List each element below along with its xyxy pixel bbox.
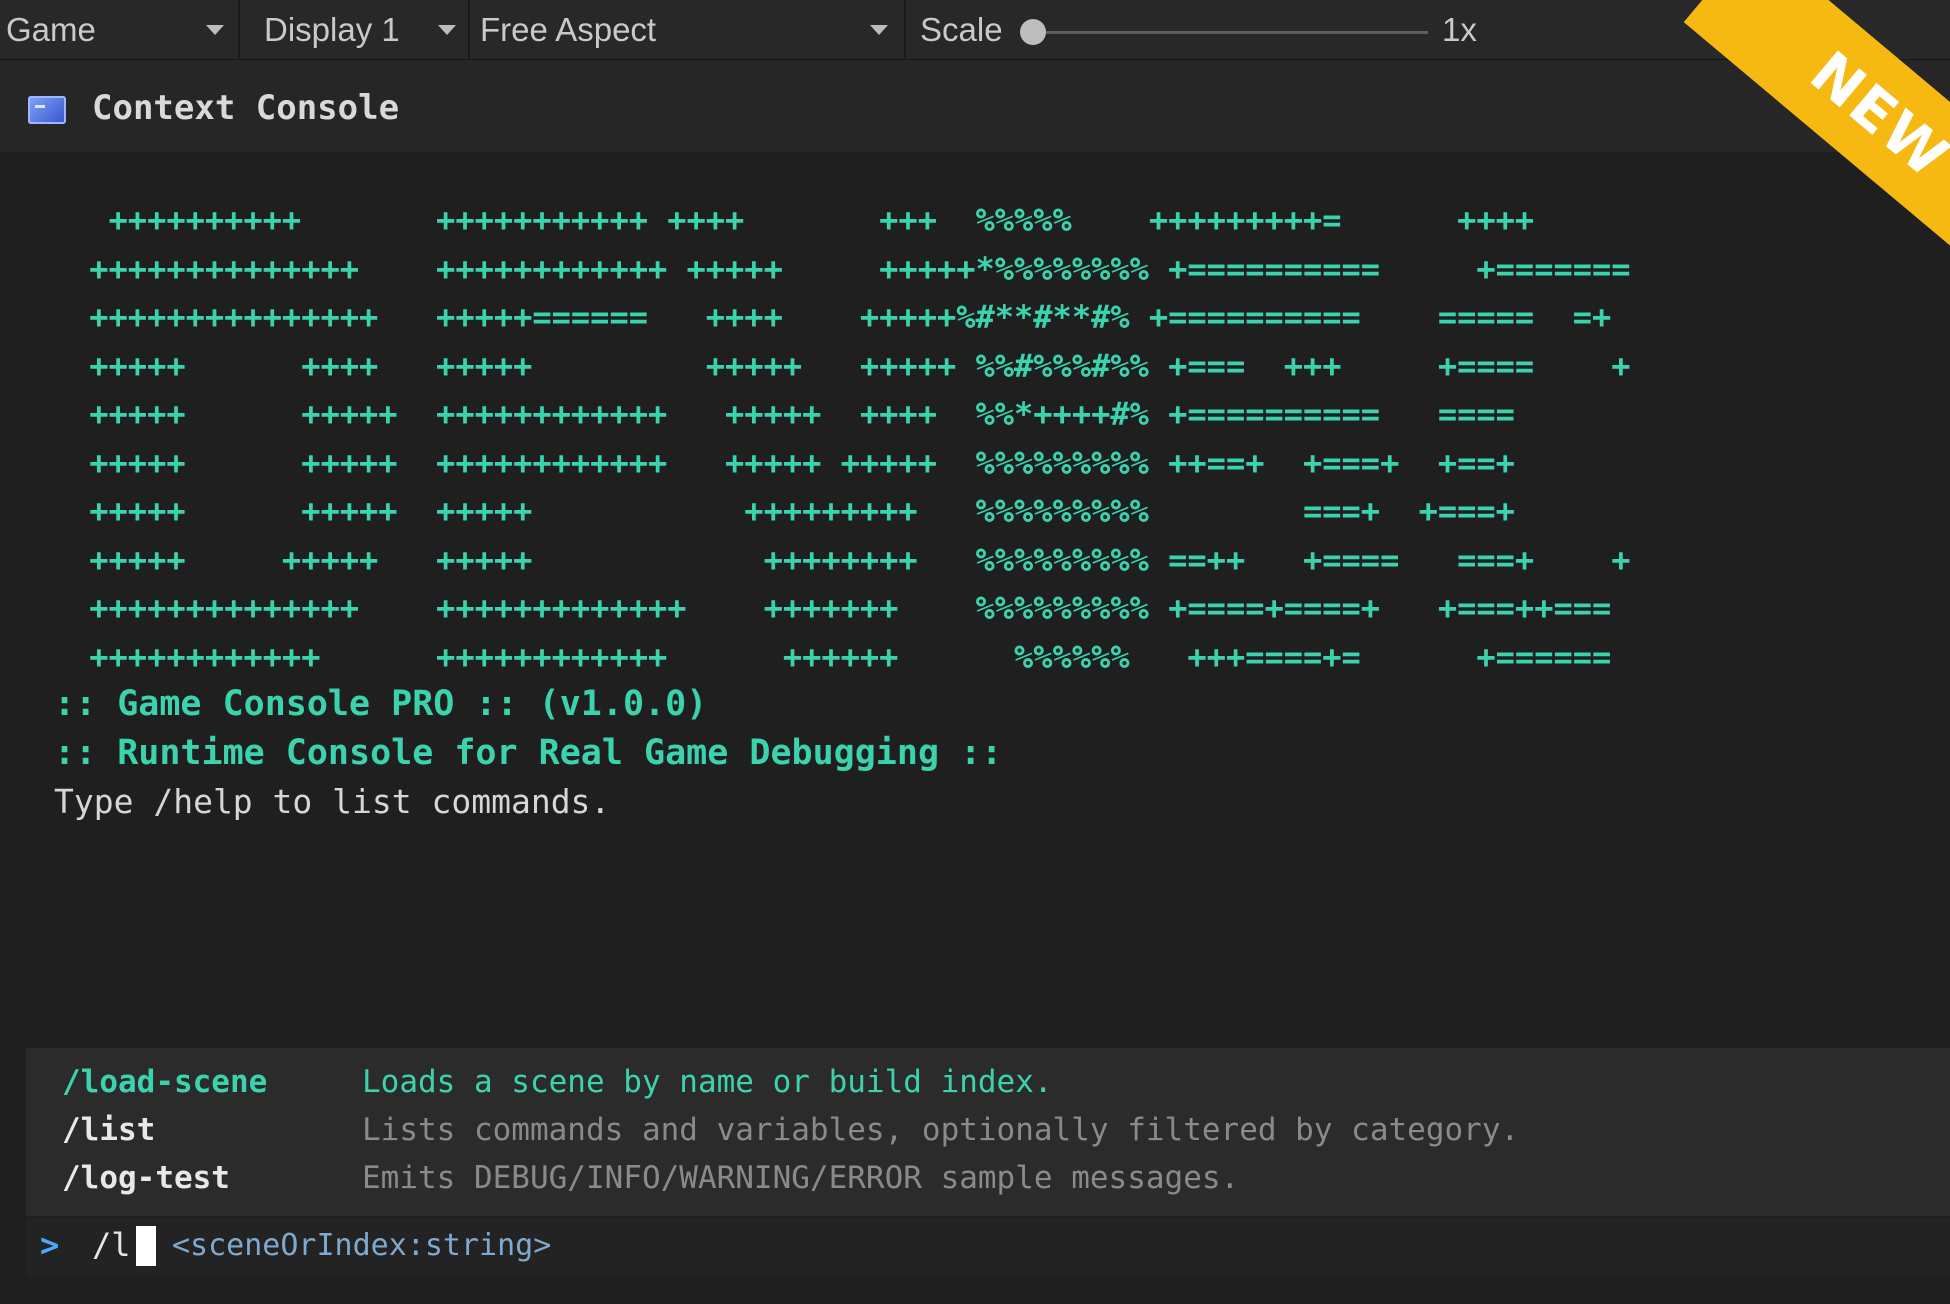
ascii-art-line: ++++++++++ +++++++++++ ++++ +++ %%%%% ++…	[70, 201, 1535, 239]
scale-value-container: 1x	[1442, 0, 1502, 60]
display-dropdown[interactable]: Display 1	[264, 0, 470, 60]
text-cursor	[136, 1226, 156, 1266]
banner-title: :: Game Console PRO :: (v1.0.0)	[54, 684, 708, 724]
ascii-art-logo: ++++++++++ +++++++++++ ++++ +++ %%%%% ++…	[70, 196, 1631, 681]
suggestion-item-load-scene[interactable]: /load-scene Loads a scene by name or bui…	[62, 1064, 1053, 1112]
help-hint: Type /help to list commands.	[54, 782, 611, 821]
display-label: Display 1	[264, 11, 400, 48]
aspect-label: Free Aspect	[480, 11, 657, 48]
chevron-down-icon	[870, 25, 888, 35]
ascii-art-line: ++++++++++++++ ++++++++++++ +++++ +++++*…	[70, 249, 1631, 288]
scale-label-container: Scale	[920, 0, 1020, 60]
window-title: Context Console	[92, 88, 400, 128]
toolbar-divider	[904, 0, 906, 60]
suggestion-description: Emits DEBUG/INFO/WARNING/ERROR sample me…	[362, 1160, 1240, 1196]
suggestion-item-list[interactable]: /list Lists commands and variables, opti…	[62, 1112, 1519, 1160]
command-suggestions: /load-scene Loads a scene by name or bui…	[26, 1048, 1950, 1216]
view-mode-label: Game	[6, 11, 96, 48]
view-mode-dropdown[interactable]: Game	[6, 0, 238, 60]
suggestion-description: Lists commands and variables, optionally…	[362, 1112, 1520, 1148]
suggestion-description: Loads a scene by name or build index.	[362, 1064, 1053, 1100]
scale-value: 1x	[1442, 11, 1477, 48]
new-ribbon: NEW	[1683, 0, 1950, 260]
ascii-art-line: +++++ ++++ +++++ +++++ +++++ %%#%%%#%% +…	[70, 346, 1631, 385]
argument-hint: <sceneOrIndex:string>	[172, 1228, 552, 1263]
ascii-art-line: +++++ +++++ ++++++++++++ +++++ +++++ %%%…	[70, 443, 1515, 482]
chevron-down-icon	[206, 25, 224, 35]
command-input-bar[interactable]: > /l <sceneOrIndex:string>	[26, 1218, 1950, 1276]
scale-label: Scale	[920, 11, 1003, 48]
ascii-art-line: +++++ +++++ +++++ +++++++++ %%%%%%%%% ==…	[70, 492, 1515, 530]
chevron-down-icon	[438, 25, 456, 35]
suggestion-command: /log-test	[62, 1160, 230, 1196]
toolbar-divider	[468, 0, 470, 60]
suggestion-item-log-test[interactable]: /log-test Emits DEBUG/INFO/WARNING/ERROR…	[62, 1160, 1239, 1208]
prompt-icon: >	[40, 1226, 60, 1264]
ascii-art-line: ++++++++++++++ +++++++++++++ +++++++ %%%…	[70, 589, 1612, 627]
aspect-dropdown[interactable]: Free Aspect	[480, 0, 900, 60]
toolbar-divider	[238, 0, 240, 60]
console-window-icon	[28, 96, 66, 124]
new-badge: NEW	[1640, 0, 1950, 260]
scale-slider-handle[interactable]	[1020, 19, 1046, 45]
ascii-art-line: ++++++++++++ ++++++++++++ ++++++ %%%%%% …	[70, 637, 1612, 676]
command-input[interactable]: /l	[92, 1226, 131, 1264]
suggestion-command: /list	[62, 1112, 156, 1148]
ascii-art-line: +++++++++++++++ +++++====== ++++ +++++%#…	[70, 298, 1612, 336]
new-badge-label: NEW	[1797, 38, 1950, 192]
scale-slider-track[interactable]	[1038, 31, 1428, 34]
banner-subtitle: :: Runtime Console for Real Game Debuggi…	[54, 733, 1003, 773]
ascii-art-line: +++++ +++++ ++++++++++++ +++++ ++++ %%*+…	[70, 395, 1515, 433]
suggestion-command: /load-scene	[62, 1064, 268, 1100]
ascii-art-line: +++++ +++++ +++++ ++++++++ %%%%%%%%% ==+…	[70, 540, 1631, 579]
